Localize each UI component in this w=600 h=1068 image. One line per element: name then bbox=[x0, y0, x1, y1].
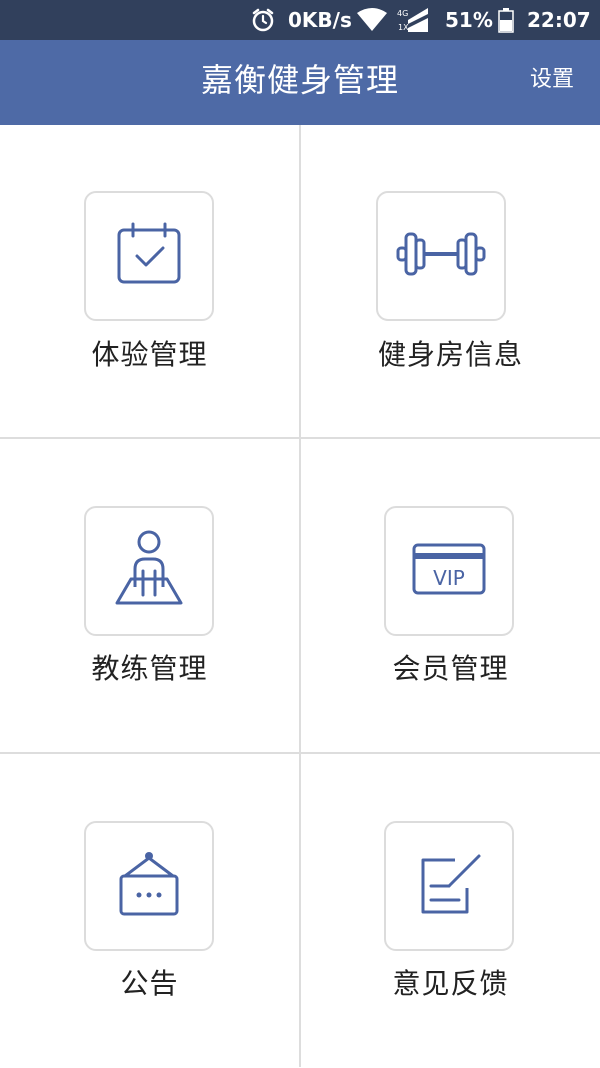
clock-time: 22:07 bbox=[527, 8, 591, 32]
vip-card-icon: VIP bbox=[411, 541, 487, 601]
menu-item-feedback[interactable]: 意见反馈 bbox=[301, 754, 600, 1068]
menu-item-coach-management[interactable]: 教练管理 bbox=[0, 439, 299, 753]
icon-frame bbox=[84, 506, 214, 636]
status-bar: 0KB/s 4G 1X 51% 22:07 bbox=[0, 0, 600, 40]
menu-item-label: 体验管理 bbox=[91, 338, 208, 371]
network-type-top: 4G bbox=[397, 9, 408, 18]
menu-item-trial-management[interactable]: 体验管理 bbox=[0, 125, 299, 439]
wifi-icon bbox=[356, 0, 388, 40]
icon-frame bbox=[376, 191, 506, 321]
network-speed: 0KB/s bbox=[288, 8, 352, 32]
icon-frame: VIP bbox=[384, 506, 514, 636]
vip-text: VIP bbox=[433, 566, 465, 590]
dumbbell-icon bbox=[396, 224, 486, 288]
network-type-bottom: 1X bbox=[398, 23, 409, 32]
menu-grid: 体验管理 健身房信息 教练管理 VIP 会员管理 公告 意见反馈 bbox=[0, 125, 600, 1067]
menu-item-notice[interactable]: 公告 bbox=[0, 754, 299, 1068]
menu-item-label: 会员管理 bbox=[392, 652, 509, 685]
menu-item-label: 公告 bbox=[120, 967, 179, 1000]
icon-frame bbox=[384, 821, 514, 951]
coach-person-icon bbox=[109, 529, 189, 613]
battery-percent: 51% bbox=[445, 8, 493, 32]
icon-frame bbox=[84, 191, 214, 321]
menu-item-label: 教练管理 bbox=[91, 652, 208, 685]
app-header: 嘉衡健身管理 设置 bbox=[0, 40, 600, 125]
notice-board-icon bbox=[113, 848, 185, 924]
icon-frame bbox=[84, 821, 214, 951]
menu-item-label: 意见反馈 bbox=[392, 967, 509, 1000]
page-title: 嘉衡健身管理 bbox=[200, 61, 399, 99]
cellular-signal-icon: 4G 1X bbox=[396, 0, 432, 40]
menu-item-gym-info[interactable]: 健身房信息 bbox=[301, 125, 600, 439]
alarm-icon bbox=[250, 0, 276, 40]
calendar-check-icon bbox=[113, 218, 185, 294]
settings-button[interactable]: 设置 bbox=[530, 40, 574, 120]
feedback-edit-icon bbox=[413, 848, 485, 924]
battery-icon bbox=[498, 0, 514, 40]
menu-item-label: 健身房信息 bbox=[377, 338, 523, 371]
menu-item-member-management[interactable]: VIP 会员管理 bbox=[301, 439, 600, 753]
